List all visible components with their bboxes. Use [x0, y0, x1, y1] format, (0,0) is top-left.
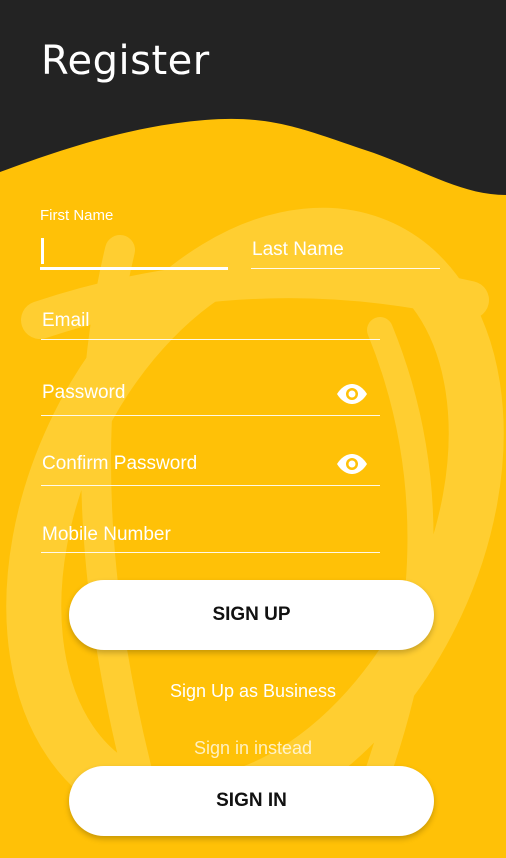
sign-up-as-business-link[interactable]: Sign Up as Business: [0, 681, 506, 702]
confirm-password-input[interactable]: Confirm Password: [41, 449, 380, 486]
last-name-placeholder: Last Name: [252, 239, 344, 260]
sign-up-label: SIGN UP: [212, 604, 291, 625]
last-name-input[interactable]: Last Name: [251, 236, 440, 269]
first-name-input[interactable]: [40, 228, 228, 270]
password-underline: [41, 415, 380, 416]
page-title: Register: [41, 38, 210, 84]
confirm-password-placeholder: Confirm Password: [42, 453, 198, 474]
email-placeholder: Email: [42, 310, 90, 331]
sign-in-label: SIGN IN: [216, 790, 287, 811]
confirm-password-underline: [41, 485, 380, 486]
first-name-label: First Name: [40, 207, 114, 224]
password-visibility-eye-icon[interactable]: [336, 383, 368, 405]
password-placeholder: Password: [42, 382, 126, 403]
mobile-number-underline: [41, 552, 380, 553]
sign-in-instead-link[interactable]: Sign in instead: [0, 738, 506, 759]
email-underline: [41, 339, 380, 340]
last-name-underline: [251, 268, 440, 269]
mobile-number-input[interactable]: Mobile Number: [41, 520, 380, 553]
background: [0, 0, 506, 858]
sign-up-button[interactable]: SIGN UP: [69, 580, 434, 650]
password-input[interactable]: Password: [41, 378, 380, 416]
mobile-number-placeholder: Mobile Number: [42, 524, 171, 545]
first-name-underline: [40, 267, 228, 270]
text-cursor: [41, 238, 44, 264]
confirm-password-visibility-eye-icon[interactable]: [336, 453, 368, 475]
sign-in-button[interactable]: SIGN IN: [69, 766, 434, 836]
email-input[interactable]: Email: [41, 307, 380, 340]
